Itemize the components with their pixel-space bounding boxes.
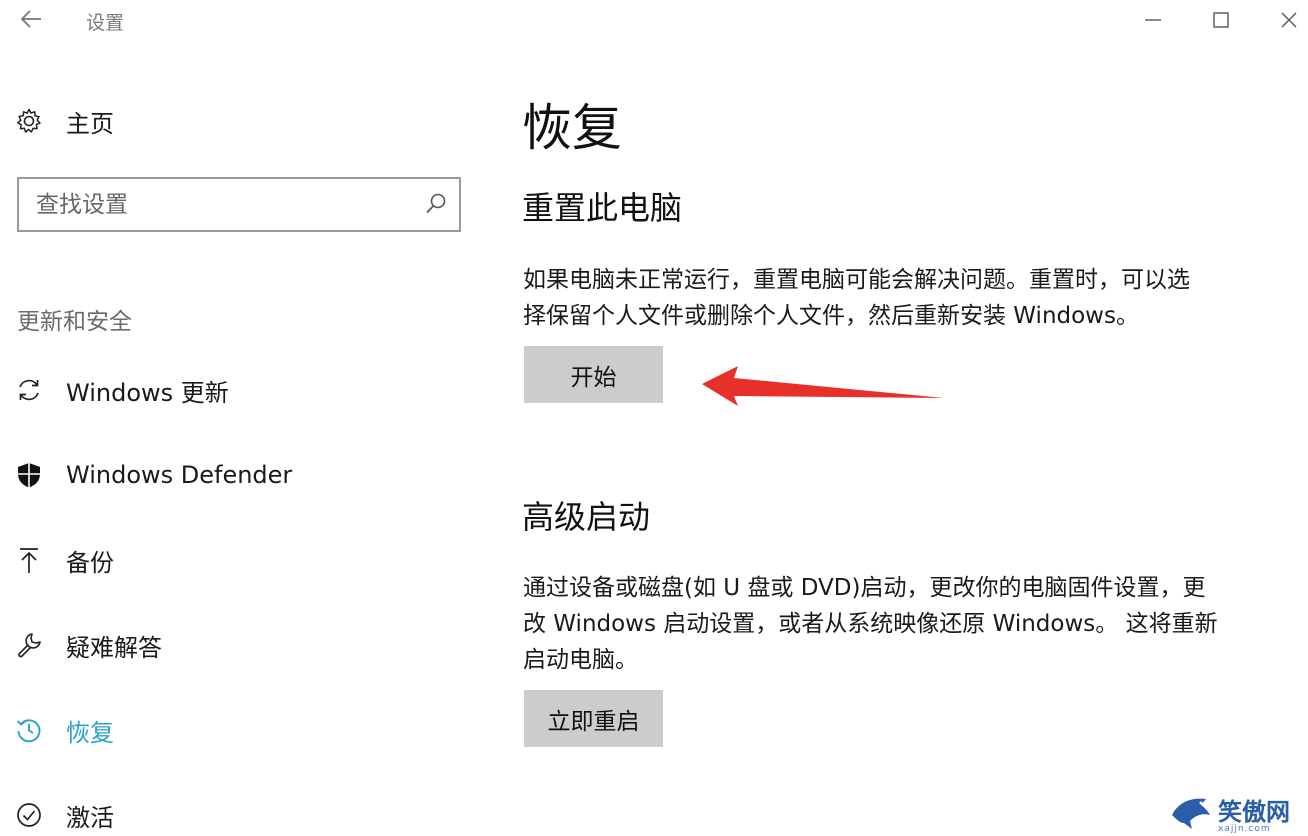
sidebar-item-recovery[interactable]: 恢复 <box>14 708 114 752</box>
maximize-button[interactable] <box>1198 2 1244 38</box>
search-box <box>17 177 461 232</box>
sidebar-item-label: 疑难解答 <box>66 633 162 662</box>
close-button[interactable] <box>1266 2 1308 38</box>
app-title: 设置 <box>86 12 125 34</box>
close-icon <box>1281 12 1297 28</box>
reset-start-button[interactable]: 开始 <box>524 346 663 403</box>
red-arrow-annotation <box>702 366 944 406</box>
sidebar-item-troubleshoot[interactable]: 疑难解答 <box>14 623 162 667</box>
maximize-icon <box>1213 12 1229 28</box>
sidebar-item-label: 备份 <box>66 548 114 577</box>
gear-icon <box>14 106 44 136</box>
reset-pc-title: 重置此电脑 <box>522 189 683 227</box>
reset-pc-description: 如果电脑未正常运行，重置电脑可能会解决问题。重置时，可以选 择保留个人文件或删除… <box>523 262 1223 334</box>
description-line: 通过设备或磁盘(如 U 盘或 DVD)启动，更改你的电脑固件设置，更 <box>523 575 1206 601</box>
sidebar-home[interactable]: 主页 <box>14 100 114 142</box>
sidebar-item-windows-defender[interactable]: Windows Defender <box>14 453 292 497</box>
description-line: 改 Windows 启动设置，或者从系统映像还原 Windows。 这将重新 <box>523 611 1218 637</box>
description-line: 启动电脑。 <box>523 647 638 673</box>
sync-icon <box>14 375 44 405</box>
minimize-icon <box>1145 19 1161 21</box>
search-input[interactable] <box>19 179 399 230</box>
shark-logo-icon <box>1172 798 1210 829</box>
sidebar-item-label: Windows 更新 <box>66 378 229 407</box>
section-heading: 更新和安全 <box>17 309 132 335</box>
backup-arrow-icon <box>14 545 44 575</box>
watermark-subtext: xajjn.com <box>1218 824 1271 834</box>
wrench-icon <box>14 630 44 660</box>
shield-icon <box>14 460 44 490</box>
back-arrow-icon <box>20 10 41 28</box>
restart-now-button[interactable]: 立即重启 <box>524 690 663 747</box>
search-icon[interactable] <box>423 191 449 217</box>
description-line: 如果电脑未正常运行，重置电脑可能会解决问题。重置时，可以选 <box>523 267 1190 293</box>
sidebar-item-label: 恢复 <box>66 718 114 747</box>
advanced-startup-title: 高级启动 <box>522 498 651 536</box>
history-icon <box>14 715 44 745</box>
advanced-startup-description: 通过设备或磁盘(如 U 盘或 DVD)启动，更改你的电脑固件设置，更 改 Win… <box>523 570 1223 678</box>
check-circle-icon <box>14 800 44 830</box>
sidebar-item-label: 激活 <box>66 803 114 832</box>
sidebar-item-windows-update[interactable]: Windows 更新 <box>14 368 229 412</box>
watermark-text: 笑傲网 <box>1218 798 1290 826</box>
minimize-button[interactable] <box>1130 2 1176 38</box>
watermark: 笑傲网 xajjn.com <box>1168 788 1308 836</box>
sidebar-item-backup[interactable]: 备份 <box>14 538 114 582</box>
description-line: 择保留个人文件或删除个人文件，然后重新安装 Windows。 <box>523 303 1139 329</box>
back-button[interactable] <box>14 4 48 34</box>
sidebar-item-label: Windows Defender <box>66 461 293 489</box>
page-title: 恢复 <box>522 99 622 157</box>
sidebar-item-activation[interactable]: 激活 <box>14 793 114 836</box>
sidebar-home-label: 主页 <box>66 109 114 138</box>
title-bar: 设置 <box>0 0 1308 42</box>
